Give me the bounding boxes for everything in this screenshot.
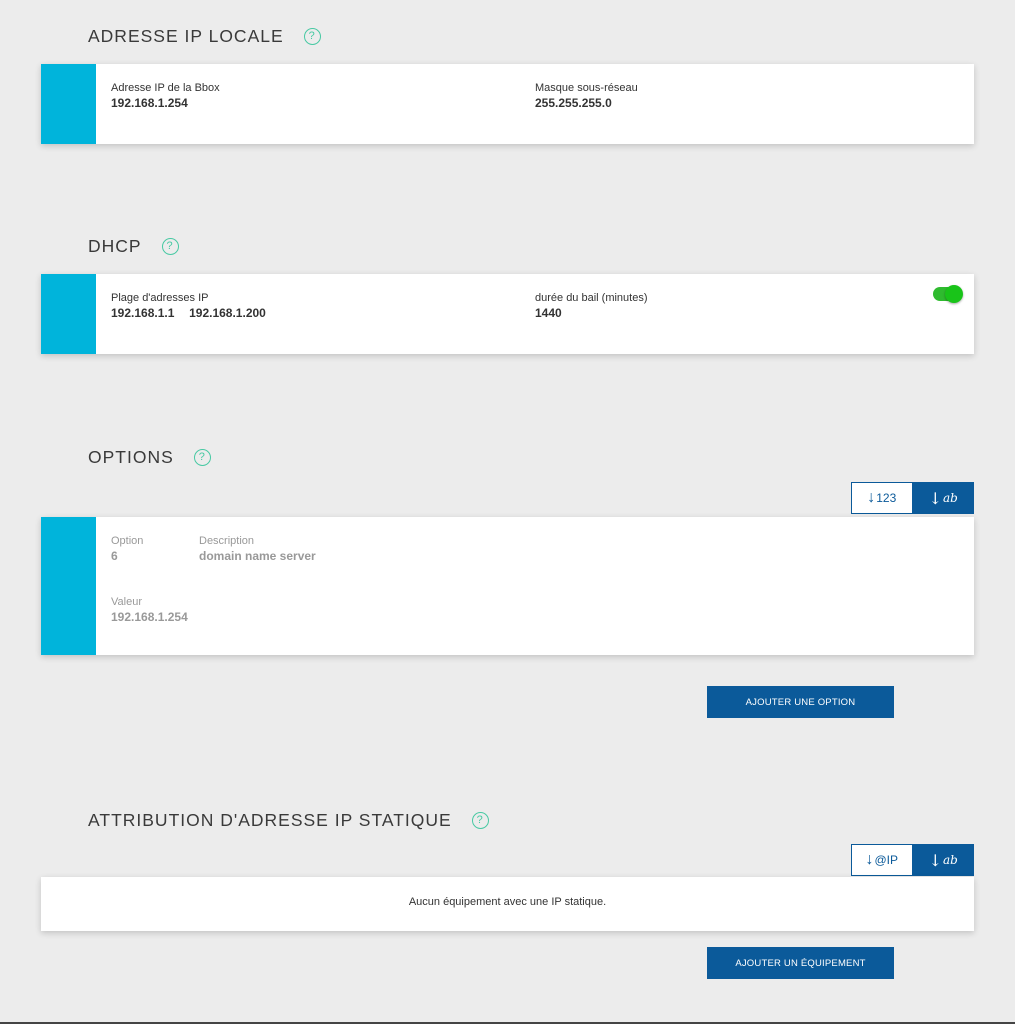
help-icon[interactable]: ?	[161, 237, 179, 255]
option-value-field: Valeur 192.168.1.254	[111, 596, 188, 624]
range-end-value: 192.168.1.200	[189, 306, 266, 320]
help-icon[interactable]: ?	[471, 811, 489, 829]
help-icon[interactable]: ?	[193, 448, 211, 466]
sort-down-arrow-icon: ↓	[928, 488, 943, 508]
static-ip-card: Aucun équipement avec une IP statique.	[41, 877, 974, 931]
subnet-mask-value: 255.255.255.0	[535, 96, 612, 110]
sort-down-arrow-icon: ↓	[865, 851, 874, 868]
sort-down-arrow-icon: ↓	[867, 489, 876, 506]
static-ip-title: ATTRIBUTION D'ADRESSE IP STATIQUE ?	[88, 808, 489, 832]
subnet-mask-field: Masque sous-réseau 255.255.255.0	[535, 82, 638, 110]
toggle-knob	[945, 285, 963, 303]
card-accent-bar	[41, 517, 96, 655]
sort-down-arrow-icon: ↓	[928, 850, 943, 870]
help-icon[interactable]: ?	[303, 27, 321, 45]
local-ip-card: Adresse IP de la Bbox 192.168.1.254 Masq…	[41, 64, 974, 144]
option-number-value: 6	[111, 549, 118, 563]
option-description-value: domain name server	[199, 549, 316, 563]
local-ip-title: ADRESSE IP LOCALE ?	[88, 24, 321, 48]
sort-alpha-button[interactable]: ↓ ab	[912, 482, 974, 514]
sort-alpha-button[interactable]: ↓ ab	[912, 844, 974, 876]
lease-duration-value: 1440	[535, 306, 562, 320]
empty-state-message: Aucun équipement avec une IP statique.	[408, 896, 607, 908]
option-description-field: Description domain name server	[199, 535, 316, 563]
card-accent-bar	[41, 274, 96, 354]
dhcp-card: Plage d'adresses IP 192.168.1.1 192.168.…	[41, 274, 974, 354]
sort-numeric-button[interactable]: ↓ 123	[851, 482, 913, 514]
option-number-field: Option 6	[111, 535, 144, 563]
option-card: Option 6 Description domain name server …	[41, 517, 974, 655]
add-device-button[interactable]: AJOUTER UN ÉQUIPEMENT	[707, 947, 894, 979]
range-start-value: 192.168.1.1	[111, 306, 175, 320]
option-value-value: 192.168.1.254	[111, 610, 188, 624]
dhcp-toggle[interactable]	[933, 285, 963, 303]
bbox-ip-value: 192.168.1.254	[111, 96, 188, 110]
bbox-ip-field: Adresse IP de la Bbox 192.168.1.254	[111, 82, 220, 110]
static-ip-sort-group: ↓ @IP ↓ ab	[851, 844, 974, 876]
lease-duration-field: durée du bail (minutes) 1440	[535, 292, 648, 320]
ip-range-field: Plage d'adresses IP 192.168.1.1 192.168.…	[111, 292, 266, 320]
card-accent-bar	[41, 64, 96, 144]
options-title: OPTIONS ?	[88, 445, 211, 469]
options-sort-group: ↓ 123 ↓ ab	[851, 482, 974, 514]
dhcp-title: DHCP ?	[88, 234, 179, 258]
sort-ip-button[interactable]: ↓ @IP	[851, 844, 913, 876]
add-option-button[interactable]: AJOUTER UNE OPTION	[707, 686, 894, 718]
